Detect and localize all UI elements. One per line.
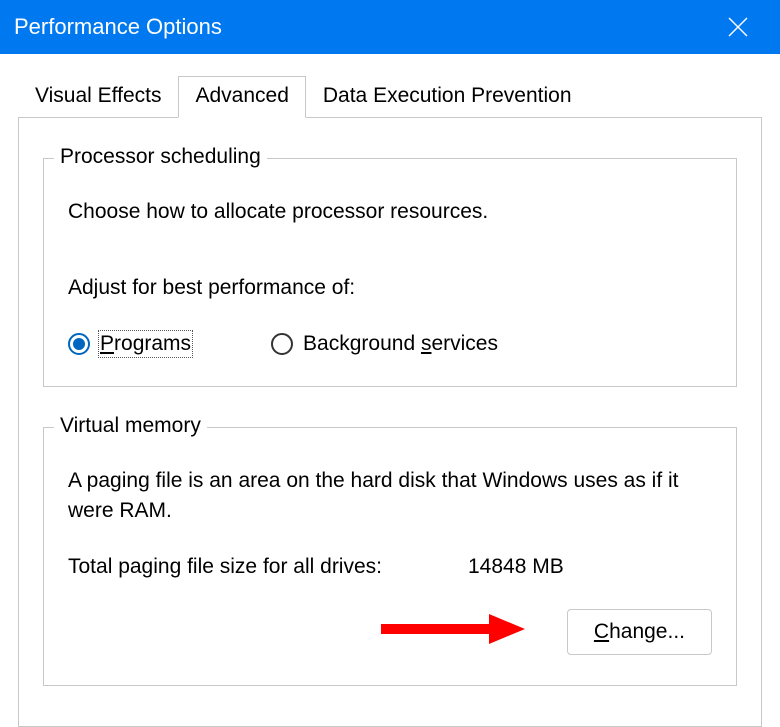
radio-row: Programs Background services — [68, 332, 712, 356]
group-processor-scheduling: Processor scheduling Choose how to alloc… — [43, 158, 737, 387]
vm-button-row: Change... — [68, 609, 712, 655]
group-virtual-memory: Virtual memory A paging file is an area … — [43, 427, 737, 686]
tab-advanced[interactable]: Advanced — [178, 76, 305, 118]
radio-programs-label: Programs — [100, 332, 191, 356]
change-button[interactable]: Change... — [567, 609, 712, 655]
vm-total-value: 14848 MB — [468, 555, 564, 579]
vm-total-row: Total paging file size for all drives: 1… — [68, 555, 712, 579]
titlebar: Performance Options — [0, 0, 780, 54]
radio-background-services[interactable]: Background services — [271, 332, 498, 356]
close-icon[interactable] — [716, 5, 760, 49]
window-title: Performance Options — [14, 14, 222, 40]
tab-panel-advanced: Processor scheduling Choose how to alloc… — [18, 117, 762, 727]
tab-visual-effects[interactable]: Visual Effects — [18, 76, 178, 118]
annotation-arrow-icon — [377, 612, 527, 652]
radio-programs[interactable]: Programs — [68, 332, 191, 356]
tab-strip: Visual Effects Advanced Data Execution P… — [0, 76, 780, 118]
vm-total-label: Total paging file size for all drives: — [68, 555, 468, 579]
vm-description: A paging file is an area on the hard dis… — [68, 466, 712, 527]
group-legend-vm: Virtual memory — [54, 414, 207, 438]
group-legend-processor: Processor scheduling — [54, 145, 267, 169]
tab-dep[interactable]: Data Execution Prevention — [306, 76, 589, 118]
radio-dot-icon — [271, 333, 293, 355]
adjust-for-label: Adjust for best performance of: — [68, 273, 712, 303]
radio-dot-icon — [68, 333, 90, 355]
radio-services-label: Background services — [303, 332, 498, 356]
processor-intro-text: Choose how to allocate processor resourc… — [68, 197, 712, 227]
